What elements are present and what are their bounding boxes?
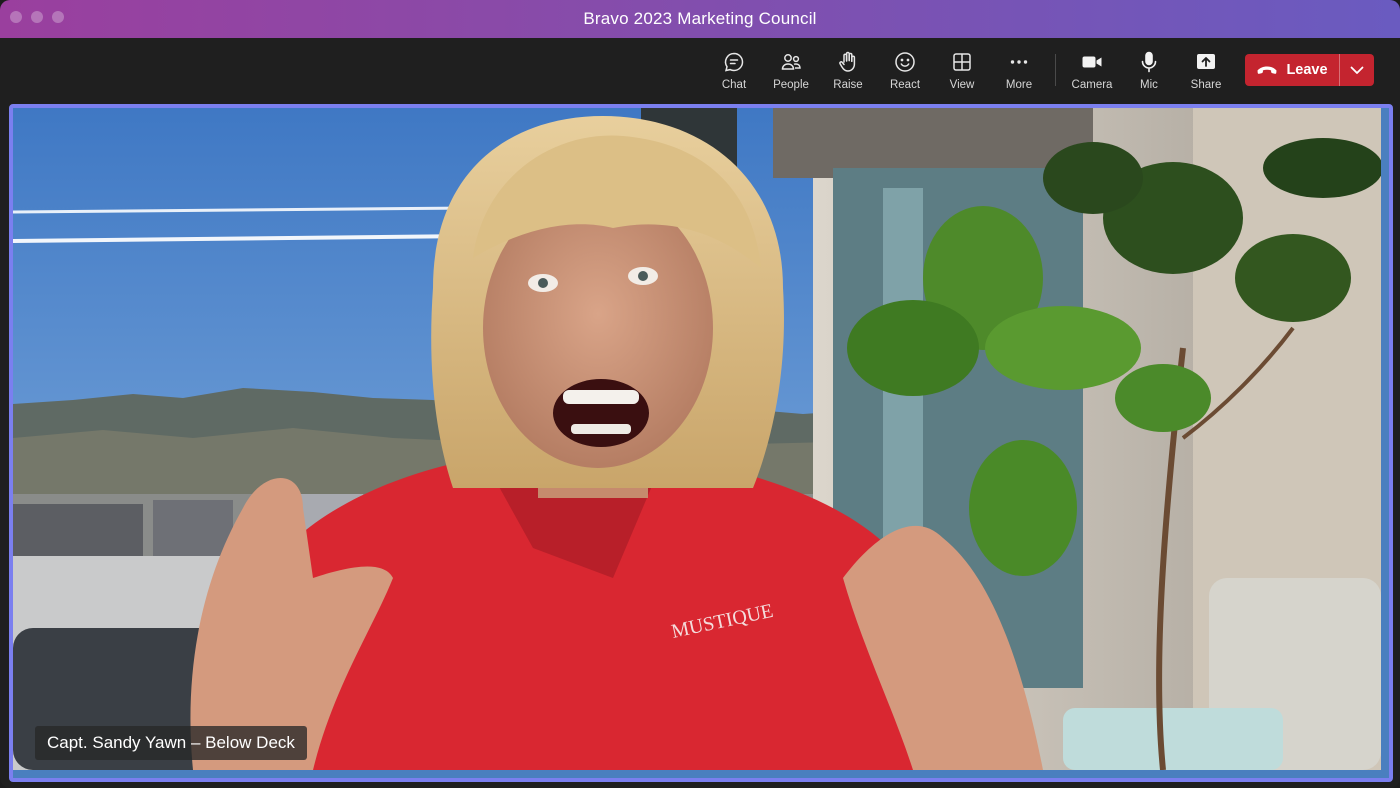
people-icon xyxy=(781,54,801,70)
view-label: View xyxy=(949,79,975,91)
share-label: Share xyxy=(1190,79,1222,91)
video-frame: MUSTIQUE xyxy=(13,108,1381,770)
more-label: More xyxy=(1005,79,1033,91)
raise-hand-icon xyxy=(839,51,856,72)
teeth-top xyxy=(563,390,639,404)
participant-name-tag: Capt. Sandy Yawn – Below Deck xyxy=(35,726,307,760)
leave-button[interactable]: Leave xyxy=(1245,54,1339,86)
window-blinds xyxy=(773,108,1093,178)
camera-button[interactable]: Camera xyxy=(1064,50,1120,96)
people-button[interactable]: People xyxy=(763,50,819,96)
participant-name: Capt. Sandy Yawn – Below Deck xyxy=(47,733,295,752)
smiley-icon xyxy=(895,52,915,72)
react-button[interactable]: React xyxy=(877,50,933,96)
share-button[interactable]: Share xyxy=(1178,50,1234,96)
title-bar: Bravo 2023 Marketing Council xyxy=(0,0,1400,38)
participant-video[interactable]: MUSTIQUE Capt. Sandy Yawn – Below Deck xyxy=(9,104,1393,782)
more-button[interactable]: More xyxy=(991,50,1047,96)
leave-label: Leave xyxy=(1286,62,1328,78)
hang-up-icon xyxy=(1257,66,1277,74)
meeting-toolbar: Chat People Raise React View More Camera… xyxy=(0,38,1400,102)
iris-right xyxy=(638,271,648,281)
building xyxy=(153,500,233,556)
raise-hand-button[interactable]: Raise xyxy=(820,50,876,96)
mic-button[interactable]: Mic xyxy=(1121,50,1177,96)
camera-label: Camera xyxy=(1071,79,1113,91)
chat-label: Chat xyxy=(721,79,747,91)
toolbar-divider xyxy=(1055,54,1056,86)
react-label: React xyxy=(889,79,921,91)
people-label: People xyxy=(773,79,809,91)
mic-label: Mic xyxy=(1140,79,1158,91)
meeting-window: Bravo 2023 Marketing Council Chat People xyxy=(0,0,1400,788)
view-button[interactable]: View xyxy=(934,50,990,96)
teeth-bottom xyxy=(571,424,631,434)
share-icon xyxy=(1197,54,1215,69)
chat-button[interactable]: Chat xyxy=(706,50,762,96)
chat-icon xyxy=(724,52,744,72)
grid-icon xyxy=(953,53,971,71)
iris-left xyxy=(538,278,548,288)
chevron-down-icon xyxy=(1350,66,1364,74)
leave-control: Leave xyxy=(1245,54,1374,86)
raise-label: Raise xyxy=(833,79,863,91)
building xyxy=(13,504,143,558)
window-title: Bravo 2023 Marketing Council xyxy=(583,9,817,28)
mouth xyxy=(553,379,649,447)
cushion xyxy=(1063,708,1283,770)
camera-icon xyxy=(1082,56,1102,68)
microphone-icon xyxy=(1141,51,1157,73)
leave-options-button[interactable] xyxy=(1340,54,1374,86)
ellipsis-icon xyxy=(1010,60,1028,64)
